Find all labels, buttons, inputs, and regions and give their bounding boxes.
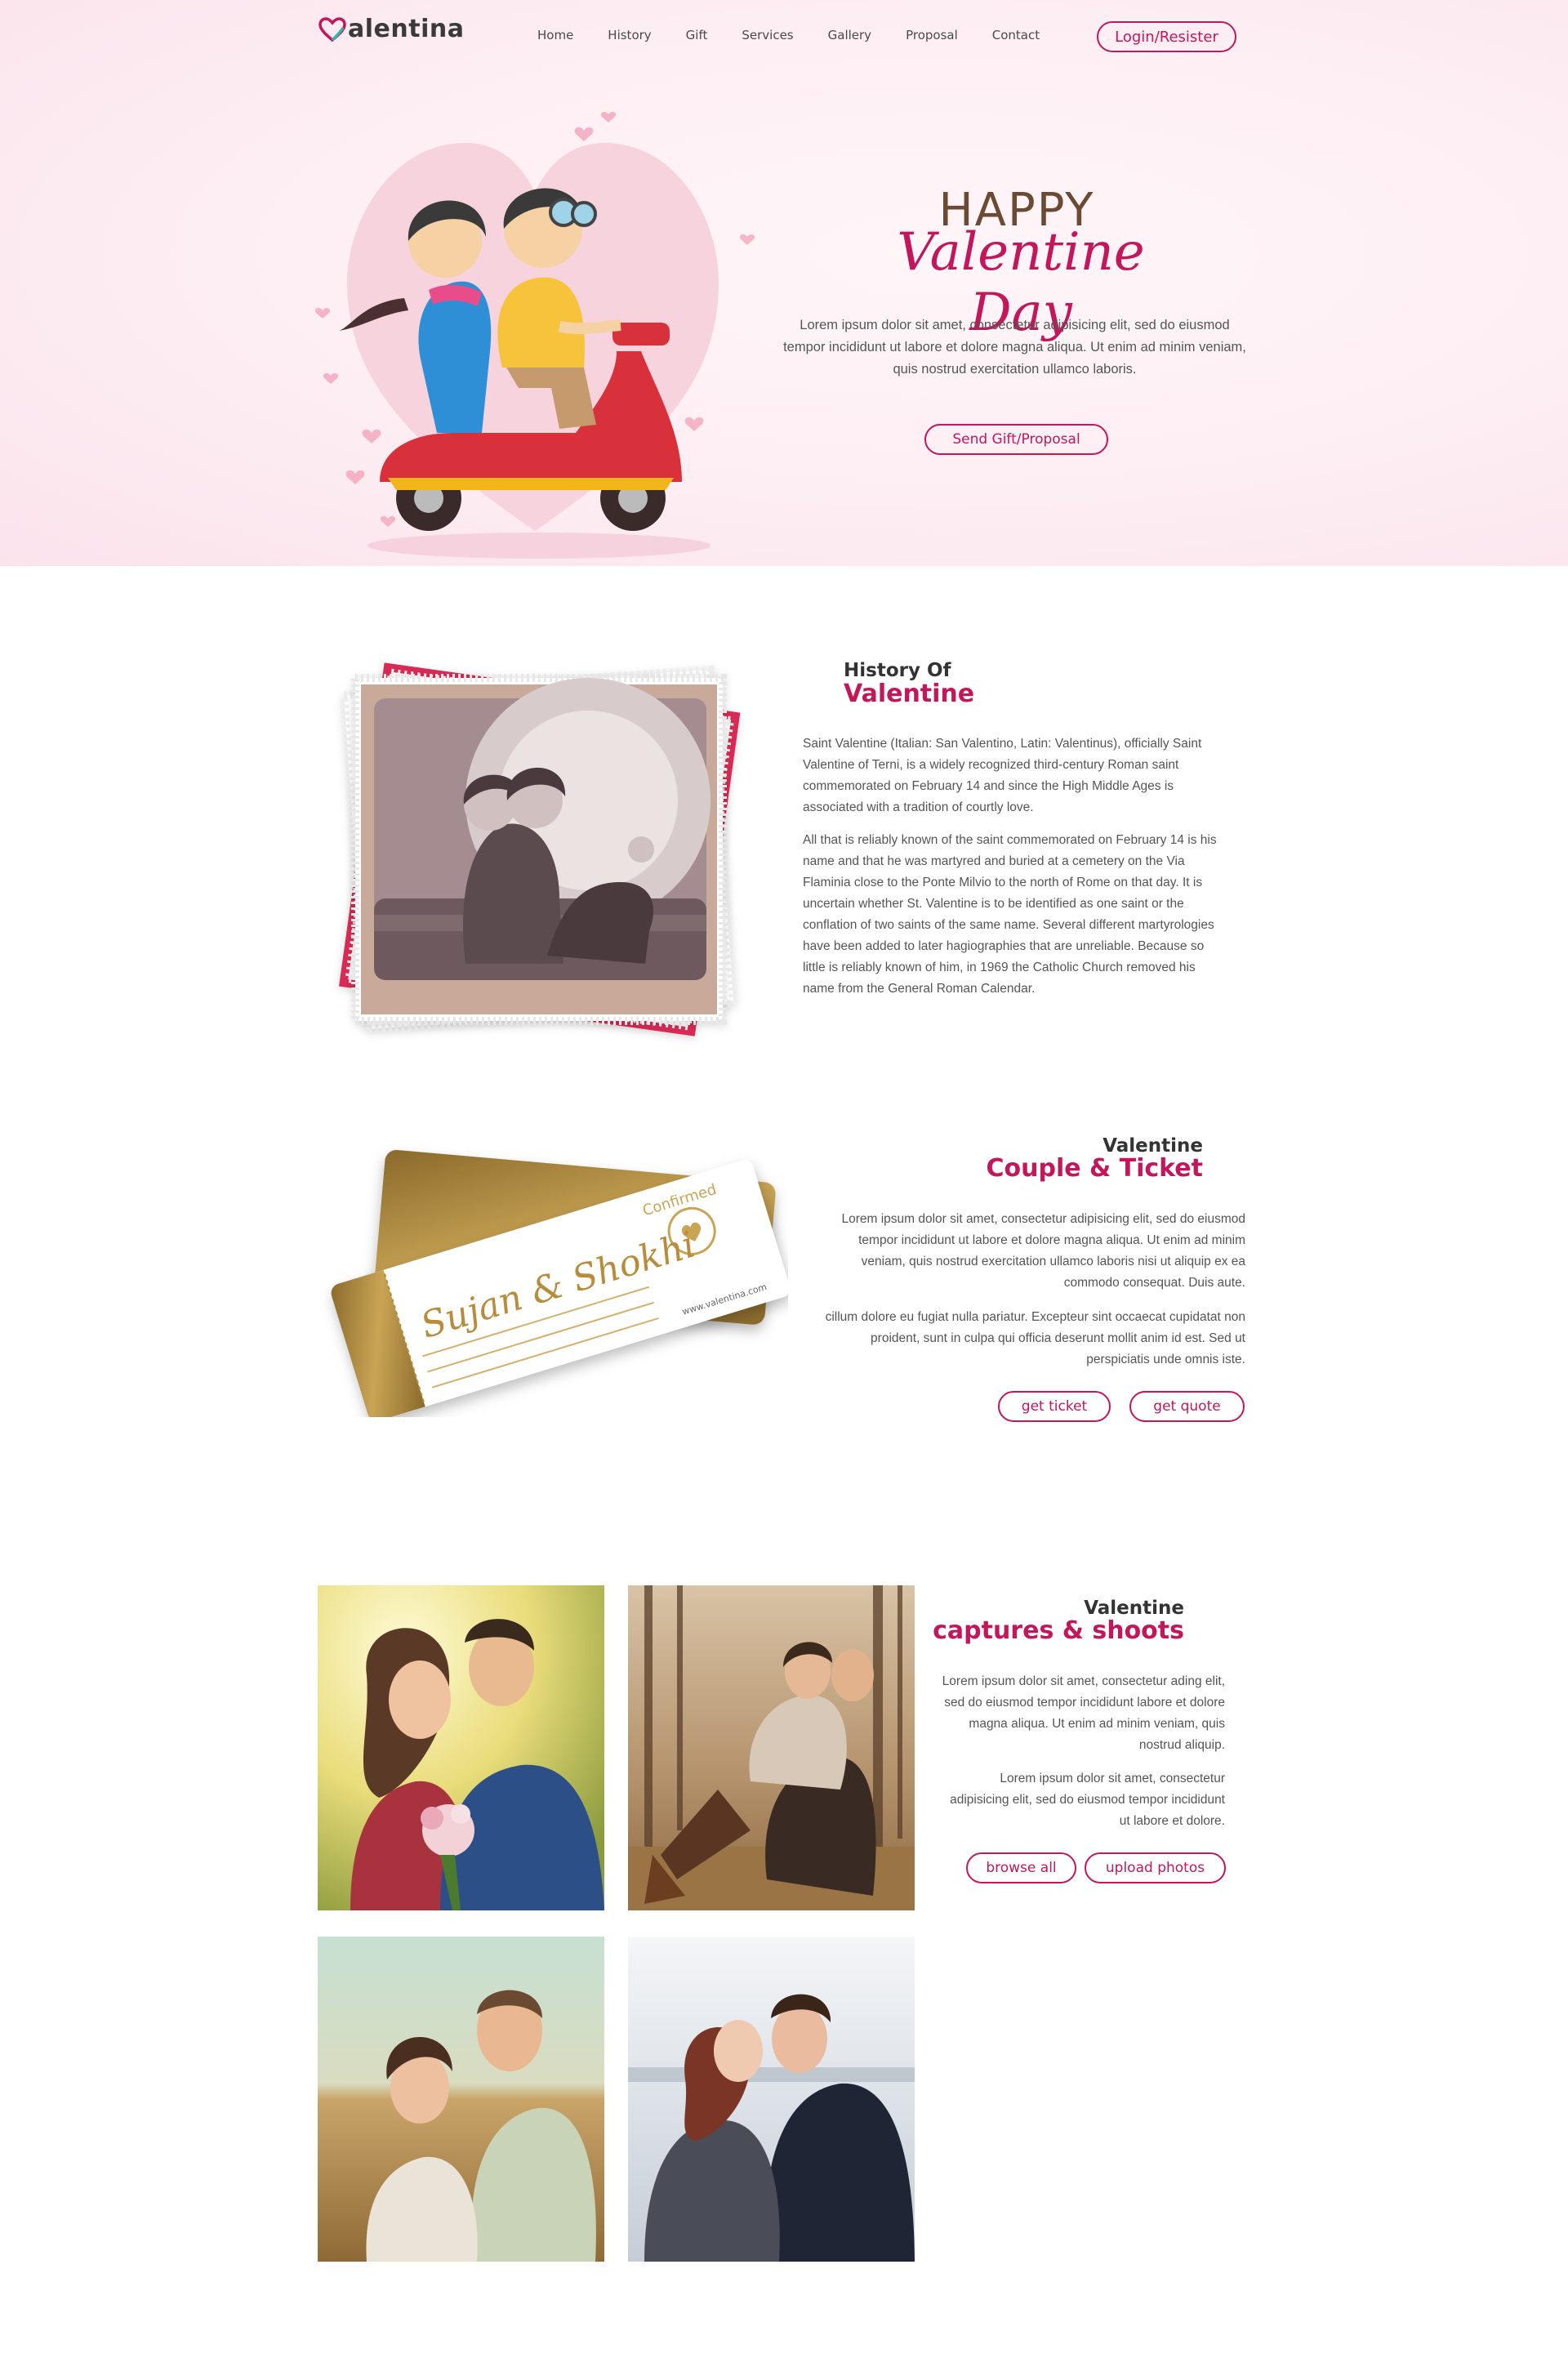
send-gift-proposal-button[interactable]: Send Gift/Proposal: [924, 424, 1108, 455]
get-ticket-button[interactable]: get ticket: [998, 1391, 1111, 1422]
nav-proposal[interactable]: Proposal: [906, 28, 958, 42]
browse-all-button[interactable]: browse all: [966, 1852, 1076, 1883]
nav-gallery[interactable]: Gallery: [828, 28, 871, 42]
captures-title: captures & shoots: [933, 1616, 1184, 1645]
logo-text: alentina: [348, 15, 465, 43]
history-title: Valentine: [844, 680, 975, 708]
couple-photo-2[interactable]: [628, 1585, 915, 1910]
main-nav: Home History Gift Services Gallery Propo…: [537, 28, 1074, 42]
hero-section: alentina Home History Gift Services Gall…: [0, 0, 1568, 566]
captures-paragraph-1: Lorem ipsum dolor sit amet, consectetur …: [942, 1674, 1225, 1752]
upload-photos-button[interactable]: upload photos: [1085, 1852, 1226, 1883]
ticket-paragraph-2: cillum dolore eu fugiat nulla pariatur. …: [825, 1310, 1245, 1366]
ticket-paragraph-1: Lorem ipsum dolor sit amet, consectetur …: [841, 1212, 1245, 1290]
history-subtitle: History Of: [844, 660, 951, 681]
history-paragraph-2: All that is reliably known of the saint …: [803, 833, 1217, 996]
hero-description: Lorem ipsum dolor sit amet, consectetur …: [783, 318, 1246, 377]
history-paragraph-1: Saint Valentine (Italian: San Valentino,…: [803, 737, 1202, 814]
logo[interactable]: alentina: [318, 15, 464, 43]
valentine-ticket-illustration: Sujan & Shokhi Confirmed www.valentina.c…: [331, 1149, 788, 1417]
couple-scooter-illustration: [314, 111, 755, 559]
heart-logo-icon: [318, 16, 346, 42]
get-quote-button[interactable]: get quote: [1129, 1391, 1245, 1422]
nav-gift[interactable]: Gift: [686, 28, 708, 42]
couple-photo-4[interactable]: [628, 1937, 915, 2262]
nav-home[interactable]: Home: [537, 28, 573, 42]
login-register-button[interactable]: Login/Resister: [1097, 21, 1236, 52]
couple-photo-1[interactable]: [318, 1585, 604, 1910]
nav-history[interactable]: History: [608, 28, 651, 42]
captures-paragraph-2: Lorem ipsum dolor sit amet, consectetur …: [950, 1772, 1225, 1828]
ticket-title: Couple & Ticket: [986, 1154, 1203, 1183]
history-photo-frame: [339, 662, 741, 1036]
nav-contact[interactable]: Contact: [992, 28, 1040, 42]
couple-photo-3[interactable]: [318, 1937, 604, 2262]
nav-services[interactable]: Services: [742, 28, 793, 42]
